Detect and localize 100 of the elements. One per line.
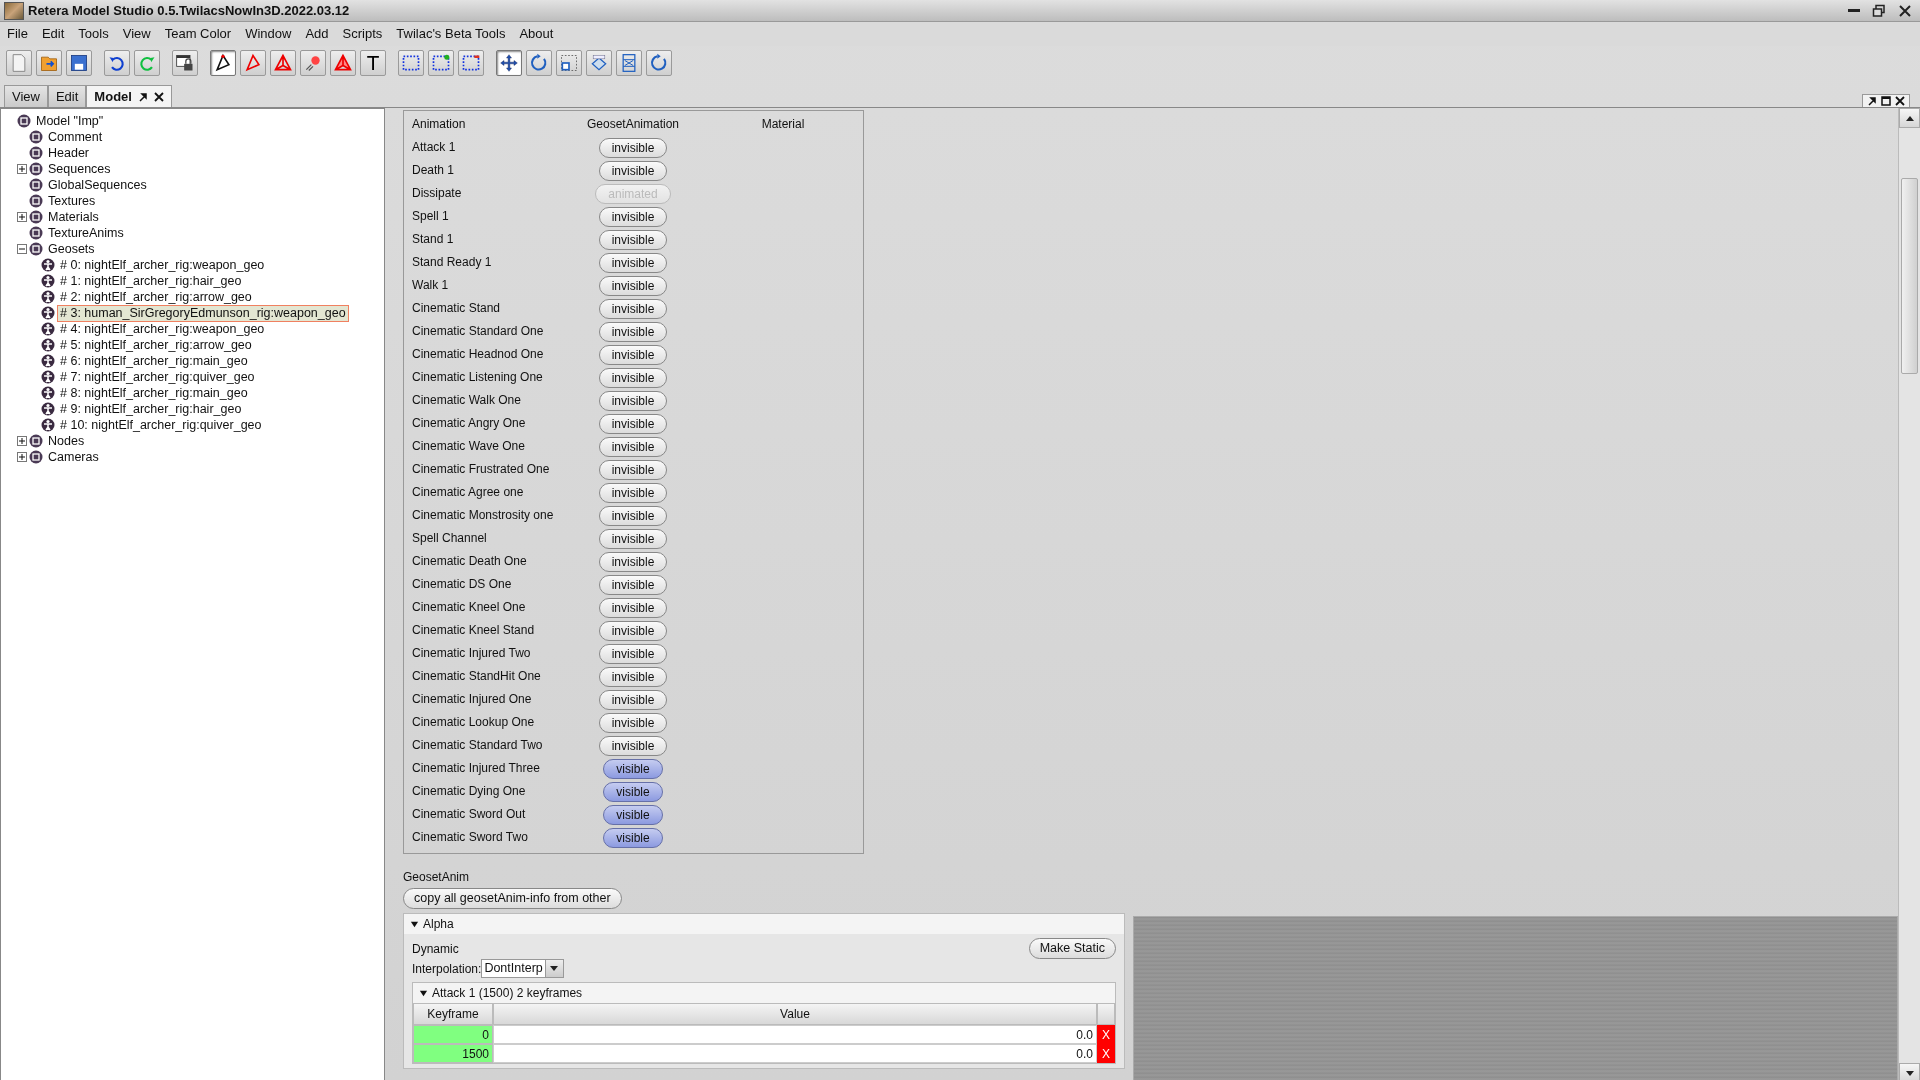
- value-cell[interactable]: 0.0: [493, 1044, 1097, 1064]
- visibility-toggle[interactable]: invisible: [598, 160, 668, 181]
- visibility-toggle[interactable]: invisible: [598, 413, 668, 434]
- visibility-toggle[interactable]: invisible: [598, 735, 668, 756]
- visibility-toggle[interactable]: invisible: [598, 137, 668, 158]
- tree-item[interactable]: # 9: nightElf_archer_rig:hair_geo: [57, 400, 245, 418]
- tree-item[interactable]: # 10: nightElf_archer_rig:quiver_geo: [57, 416, 265, 434]
- visibility-toggle[interactable]: visible: [603, 758, 663, 779]
- visibility-toggle[interactable]: invisible: [598, 505, 668, 526]
- collapse-icon[interactable]: [410, 919, 419, 929]
- visibility-toggle[interactable]: invisible: [598, 298, 668, 319]
- tree-item[interactable]: # 5: nightElf_archer_rig:arrow_geo: [57, 336, 255, 354]
- menu-item[interactable]: Window: [238, 24, 299, 44]
- tree-item[interactable]: # 6: nightElf_archer_rig:main_geo: [57, 352, 251, 370]
- collapse-icon[interactable]: [419, 988, 428, 998]
- tree-item[interactable]: # 1: nightElf_archer_rig:hair_geo: [57, 272, 245, 290]
- tree-item[interactable]: Materials: [45, 208, 102, 226]
- tree-item[interactable]: Sequences: [45, 160, 114, 178]
- pin-icon[interactable]: [1867, 96, 1877, 106]
- animation-name: Cinematic Kneel Stand: [412, 623, 536, 638]
- menu-item[interactable]: Tools: [71, 24, 116, 44]
- keyframe-cell[interactable]: 0: [413, 1025, 493, 1045]
- visibility-toggle[interactable]: invisible: [598, 551, 668, 572]
- visibility-toggle[interactable]: visible: [603, 827, 663, 848]
- visibility-toggle[interactable]: invisible: [598, 229, 668, 250]
- tree-item[interactable]: # 8: nightElf_archer_rig:main_geo: [57, 384, 251, 402]
- visibility-toggle[interactable]: invisible: [598, 528, 668, 549]
- tree-item[interactable]: # 0: nightElf_archer_rig:weapon_geo: [57, 256, 268, 274]
- visibility-toggle[interactable]: invisible: [598, 574, 668, 595]
- visibility-toggle[interactable]: invisible: [598, 689, 668, 710]
- visibility-toggle[interactable]: invisible: [598, 436, 668, 457]
- tree-item[interactable]: Textures: [45, 192, 99, 210]
- keyframe-cell[interactable]: 1500: [413, 1044, 493, 1064]
- delete-button[interactable]: X: [1097, 1025, 1115, 1045]
- menu-item[interactable]: Twilac's Beta Tools: [389, 24, 513, 44]
- tree-item[interactable]: Header: [45, 144, 92, 162]
- scroll-down-icon[interactable]: [1905, 1070, 1914, 1076]
- make-static-button[interactable]: Make Static: [1028, 938, 1116, 960]
- visibility-toggle[interactable]: visible: [603, 781, 663, 802]
- expand-icon[interactable]: [17, 436, 27, 446]
- tree-item[interactable]: # 2: nightElf_archer_rig:arrow_geo: [57, 288, 255, 306]
- tab[interactable]: Edit: [47, 85, 87, 107]
- menu-item[interactable]: Add: [298, 24, 336, 44]
- visibility-toggle[interactable]: invisible: [598, 620, 668, 641]
- interpolation-dropdown[interactable]: DontInterp: [481, 959, 564, 979]
- visibility-toggle[interactable]: invisible: [598, 344, 668, 365]
- maximize-icon[interactable]: [1881, 96, 1891, 106]
- tree-item[interactable]: # 7: nightElf_archer_rig:quiver_geo: [57, 368, 258, 386]
- tree-item[interactable]: # 4: nightElf_archer_rig:weapon_geo: [57, 320, 268, 338]
- visibility-toggle[interactable]: invisible: [598, 275, 668, 296]
- visibility-toggle[interactable]: invisible: [598, 206, 668, 227]
- scrollbar-thumb[interactable]: [1901, 178, 1918, 374]
- menu-item[interactable]: File: [0, 24, 35, 44]
- toolbar-button[interactable]: T: [360, 50, 386, 76]
- toolbar-button[interactable]: [398, 50, 424, 76]
- tab[interactable]: Model: [86, 85, 172, 107]
- visibility-toggle[interactable]: invisible: [598, 367, 668, 388]
- rotate-icon: [649, 53, 669, 73]
- tree-item[interactable]: Model "Imp": [33, 112, 107, 130]
- pin-icon[interactable]: [137, 92, 148, 103]
- tree-item[interactable]: Geosets: [45, 240, 98, 258]
- tree-item[interactable]: GlobalSequences: [45, 176, 150, 194]
- visibility-toggle[interactable]: invisible: [598, 459, 668, 480]
- visibility-toggle[interactable]: invisible: [598, 712, 668, 733]
- close-icon[interactable]: [153, 92, 164, 103]
- expand-icon[interactable]: [17, 212, 27, 222]
- tree-item[interactable]: # 3: human_SirGregoryEdmunson_rig:weapon_geo: [57, 304, 349, 322]
- menu-item[interactable]: About: [512, 24, 561, 44]
- expand-icon[interactable]: [17, 452, 27, 462]
- tree-item[interactable]: TextureAnims: [45, 224, 127, 242]
- visibility-toggle[interactable]: invisible: [598, 597, 668, 618]
- visibility-toggle[interactable]: visible: [603, 804, 663, 825]
- animation-name: Cinematic Frustrated One: [412, 462, 551, 477]
- visibility-toggle[interactable]: invisible: [598, 390, 668, 411]
- vertical-scrollbar[interactable]: [1898, 108, 1920, 1080]
- close-icon[interactable]: [1895, 96, 1905, 106]
- tab[interactable]: View: [4, 85, 48, 107]
- toolbar-button[interactable]: [66, 50, 92, 76]
- toolbar-button[interactable]: [172, 50, 198, 76]
- scroll-up-icon[interactable]: [1905, 115, 1914, 121]
- menu-item[interactable]: View: [115, 24, 158, 44]
- animation-name: Cinematic Stand: [412, 301, 502, 316]
- visibility-toggle[interactable]: invisible: [598, 321, 668, 342]
- menu-item[interactable]: Team Color: [157, 24, 239, 44]
- value-cell[interactable]: 0.0: [493, 1025, 1097, 1045]
- visibility-toggle[interactable]: invisible: [598, 252, 668, 273]
- toolbar-button[interactable]: [210, 50, 236, 76]
- copy-button[interactable]: copy all geosetAnim-info from other: [403, 888, 622, 910]
- visibility-toggle[interactable]: invisible: [598, 643, 668, 664]
- delete-button[interactable]: X: [1097, 1044, 1115, 1064]
- menu-item[interactable]: Edit: [34, 24, 72, 44]
- toolbar-button[interactable]: [104, 50, 130, 76]
- visibility-toggle[interactable]: invisible: [598, 482, 668, 503]
- tree-item[interactable]: Comment: [45, 128, 106, 146]
- menu-item[interactable]: Scripts: [335, 24, 390, 44]
- tree-item[interactable]: Nodes: [45, 432, 88, 450]
- tree-item[interactable]: Cameras: [45, 448, 102, 466]
- visibility-toggle[interactable]: invisible: [598, 666, 668, 687]
- toolbar-button[interactable]: [496, 50, 522, 76]
- expand-icon[interactable]: [17, 164, 27, 174]
